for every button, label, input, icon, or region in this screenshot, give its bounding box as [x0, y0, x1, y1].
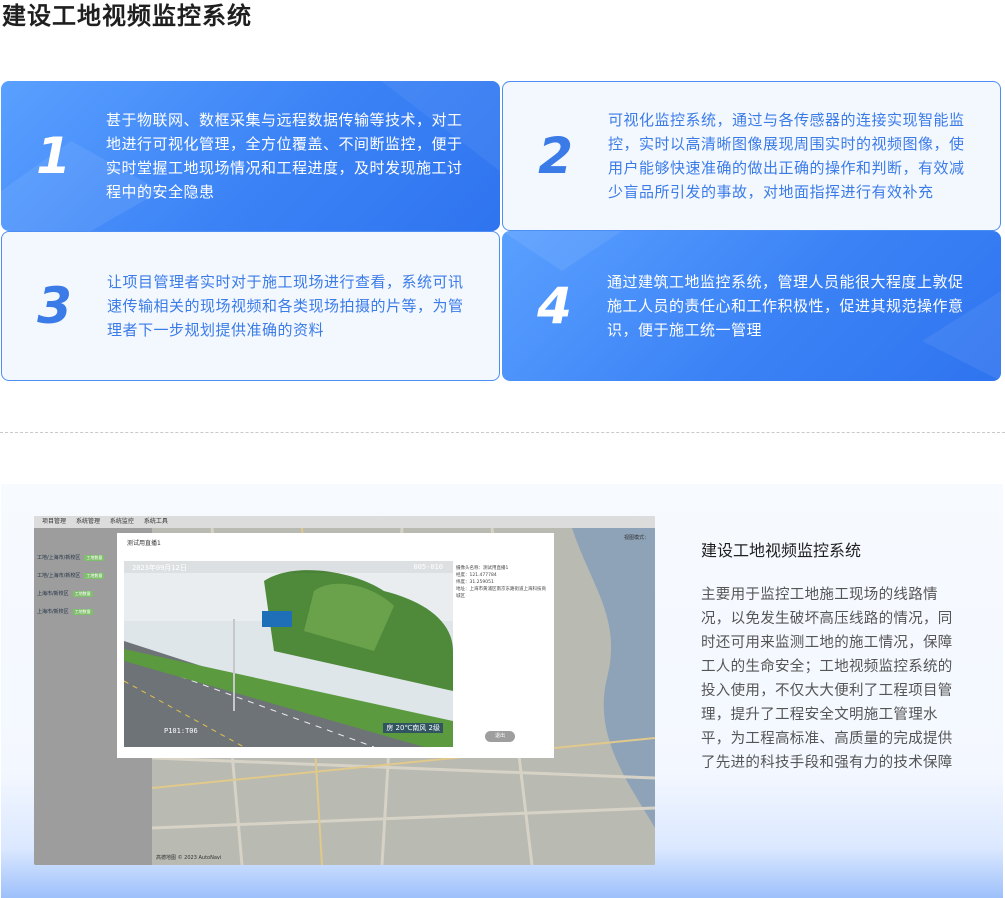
card-text: 让项目管理者实时对于施工现场进行查看，系统可讯速传输相关的现场视频和各类现场拍摄… [107, 273, 464, 339]
video-weather-caption: 房 20℃南风 2级 [383, 723, 443, 733]
site-list-item[interactable]: 工地/上海市/新校区 工地数量 [37, 554, 105, 561]
feature-card-1: 1 甚于物联网、数框采集与远程数据传输等技术，对工地进行可视化管理，全方位覆盖、… [1, 81, 500, 231]
camera-longitude: 经度：121.477784 [456, 573, 497, 578]
system-screenshot: 项目管理 系统管理 系统监控 系统工具 工地/上海市/新校区 工地数量 工地/上海… [34, 516, 655, 865]
menu-item[interactable]: 项目管理 [42, 516, 66, 528]
site-list-item[interactable]: 上海市/新校区 工地数量 [37, 590, 93, 597]
section-description: 主要用于监控工地施工现场的线路情况，以免发生破坏高压线路的情况，同时还可用来监测… [701, 587, 953, 771]
video-footer-code: P101:T06 [164, 727, 198, 735]
app-menu-bar: 项目管理 系统管理 系统监控 系统工具 [34, 516, 655, 528]
card-number: 4 [537, 277, 572, 335]
feature-card-4: 4 通过建筑工地监控系统，管理人员能很大程度上敦促施工人员的责任心和工作积极性，… [502, 231, 1001, 381]
site-list-item[interactable]: 工地/上海市/新校区 工地数量 [37, 572, 105, 579]
menu-item[interactable]: 系统管理 [76, 516, 100, 528]
exit-button[interactable]: 退出 [485, 731, 515, 742]
live-video-frame[interactable]: 2023年09月12日 005-010 房 20℃南风 2级 P101:T06 [124, 561, 453, 747]
card-number: 3 [37, 277, 72, 335]
feature-cards: 1 甚于物联网、数框采集与远程数据传输等技术，对工地进行可视化管理，全方位覆盖、… [1, 81, 1001, 381]
page-title: 建设工地视频监控系统 [2, 2, 252, 30]
card-number: 2 [538, 127, 573, 185]
site-list-item[interactable]: 上海市/新校区 工地数量 [37, 608, 93, 615]
menu-item[interactable]: 系统工具 [144, 516, 168, 528]
modal-title: 测试用直播1 [127, 540, 161, 547]
system-section: 项目管理 系统管理 系统监控 系统工具 工地/上海市/新校区 工地数量 工地/上海… [1, 484, 1003, 898]
video-timestamp: 2023年09月12日 [132, 564, 187, 572]
dashed-divider [0, 432, 1005, 433]
card-text: 甚于物联网、数框采集与远程数据传输等技术，对工地进行可视化管理，全方位覆盖、不间… [106, 111, 463, 201]
map-mode-label: 视图模式： [623, 535, 649, 541]
card-text: 可视化监控系统，通过与各传感器的连接实现智能监控，实时以高清晰图像展现周围实时的… [608, 111, 965, 201]
video-channel-code: 005-010 [413, 563, 443, 571]
feature-card-3: 3 让项目管理者实时对于施工现场进行查看，系统可讯速传输相关的现场视频和各类现场… [1, 231, 500, 381]
live-video-modal: 测试用直播1 2023年09月12日 005-010 房 20℃南风 2级 P1… [117, 533, 554, 758]
camera-address: 地址：上海市黄浦区南京东路街道上海科技商城区 [456, 587, 546, 599]
card-text: 通过建筑工地监控系统，管理人员能很大程度上敦促施工人员的责任心和工作积极性，促进… [607, 273, 964, 339]
camera-latitude: 纬度：31.259051 [456, 580, 494, 585]
camera-name: 摄像头名称：测试用直播1 [456, 566, 509, 571]
camera-info: 摄像头名称：测试用直播1 经度：121.477784 纬度：31.259051 … [456, 565, 548, 600]
section-title: 建设工地视频监控系统 [701, 541, 862, 560]
feature-card-2: 2 可视化监控系统，通过与各传感器的连接实现智能监控，实时以高清晰图像展现周围实… [502, 81, 1001, 231]
menu-item[interactable]: 系统监控 [110, 516, 134, 528]
video-scene [124, 561, 453, 747]
card-number: 1 [36, 127, 71, 185]
map-footer: 高德地图 © 2023 AutoNavi [156, 855, 222, 861]
